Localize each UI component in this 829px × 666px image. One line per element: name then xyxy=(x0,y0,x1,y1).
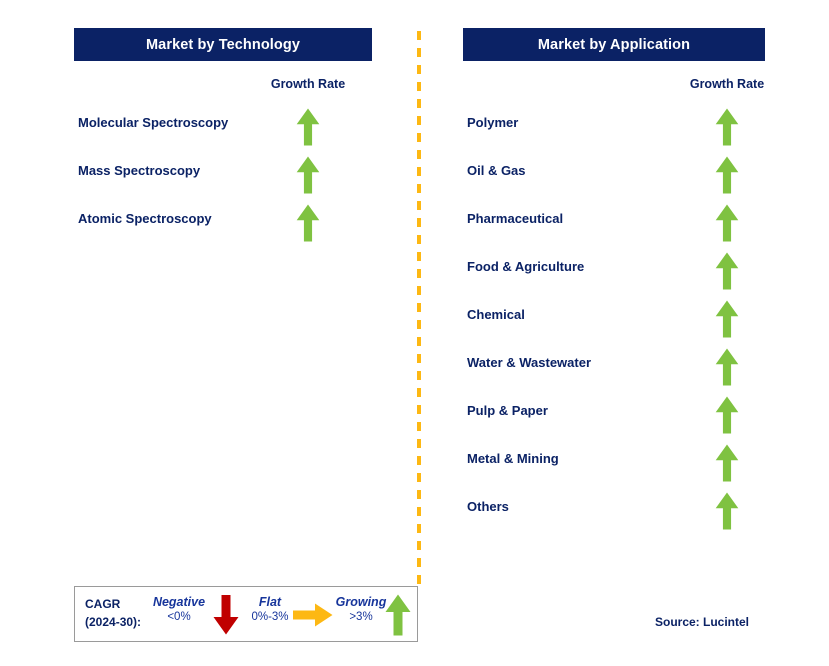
arrow-down-icon xyxy=(213,595,239,635)
arrow-up-icon xyxy=(712,108,742,146)
segment-row: Polymer xyxy=(419,104,829,152)
segment-label: Others xyxy=(467,499,509,514)
arrow-up-icon xyxy=(385,594,411,636)
segment-label: Atomic Spectroscopy xyxy=(78,211,212,226)
legend-negative-range: <0% xyxy=(167,611,191,623)
segment-row: Food & Agriculture xyxy=(419,248,829,296)
segment-row: Molecular Spectroscopy xyxy=(0,104,410,152)
arrow-up-icon xyxy=(712,492,742,530)
segment-row: Others xyxy=(419,488,829,536)
segment-row: Pharmaceutical xyxy=(419,200,829,248)
arrow-up-icon xyxy=(712,396,742,434)
segment-label: Chemical xyxy=(467,307,525,322)
segment-label: Water & Wastewater xyxy=(467,355,592,370)
segment-label: Molecular Spectroscopy xyxy=(78,115,229,130)
arrow-up-icon xyxy=(712,252,742,290)
arrow-up-icon xyxy=(293,108,323,146)
arrow-up-icon xyxy=(712,156,742,194)
source-note: Source: Lucintel xyxy=(655,615,750,629)
panel-header-application: Market by Application xyxy=(463,28,765,61)
segment-label: Pulp & Paper xyxy=(467,403,548,418)
segment-row: Oil & Gas xyxy=(419,152,829,200)
legend-negative-title: Negative xyxy=(152,595,206,609)
panel-market-by-application: Market by Application Growth Rate Polyme… xyxy=(419,0,829,666)
legend-cagr-line2: (2024-30): xyxy=(85,615,142,629)
segment-row: Atomic Spectroscopy xyxy=(0,200,410,248)
panel-market-by-technology: Market by Technology Growth Rate Molecul… xyxy=(0,0,410,666)
arrow-up-icon xyxy=(712,444,742,482)
segment-row: Pulp & Paper xyxy=(419,392,829,440)
segment-label: Oil & Gas xyxy=(467,163,526,178)
segment-row: Chemical xyxy=(419,296,829,344)
segment-row: Metal & Mining xyxy=(419,440,829,488)
segment-list-application: Polymer Oil & Gas Pharmaceutical Food & Agr… xyxy=(419,104,829,536)
segment-label: Food & Agriculture xyxy=(467,259,585,274)
cagr-legend: CAGR (2024-30): Negative <0% Flat 0%-3% xyxy=(74,586,418,642)
arrow-up-icon xyxy=(712,300,742,338)
arrow-up-icon xyxy=(293,204,323,242)
legend-cagr-line1: CAGR xyxy=(85,597,121,611)
arrow-up-icon xyxy=(712,348,742,386)
arrow-up-icon xyxy=(712,204,742,242)
legend-entry-negative: Negative <0% xyxy=(141,595,217,623)
segment-row: Mass Spectroscopy xyxy=(0,152,410,200)
growth-rate-column-header-technology: Growth Rate xyxy=(270,77,346,91)
growth-rate-column-header-application: Growth Rate xyxy=(689,77,765,91)
segment-label: Pharmaceutical xyxy=(467,211,564,226)
segment-label: Mass Spectroscopy xyxy=(78,163,201,178)
segment-list-technology: Molecular Spectroscopy Mass Spectroscopy A… xyxy=(0,104,410,248)
panel-header-technology: Market by Technology xyxy=(74,28,372,61)
panel-title-technology: Market by Technology xyxy=(145,36,300,53)
panel-title-application: Market by Application xyxy=(537,36,691,53)
segment-label: Polymer xyxy=(467,115,519,130)
arrow-up-icon xyxy=(293,156,323,194)
segment-row: Water & Wastewater xyxy=(419,344,829,392)
market-segments-infographic: Market by Technology Growth Rate Molecul… xyxy=(0,0,829,666)
legend-cagr-label: CAGR (2024-30): xyxy=(85,595,141,631)
segment-label: Metal & Mining xyxy=(467,451,559,466)
